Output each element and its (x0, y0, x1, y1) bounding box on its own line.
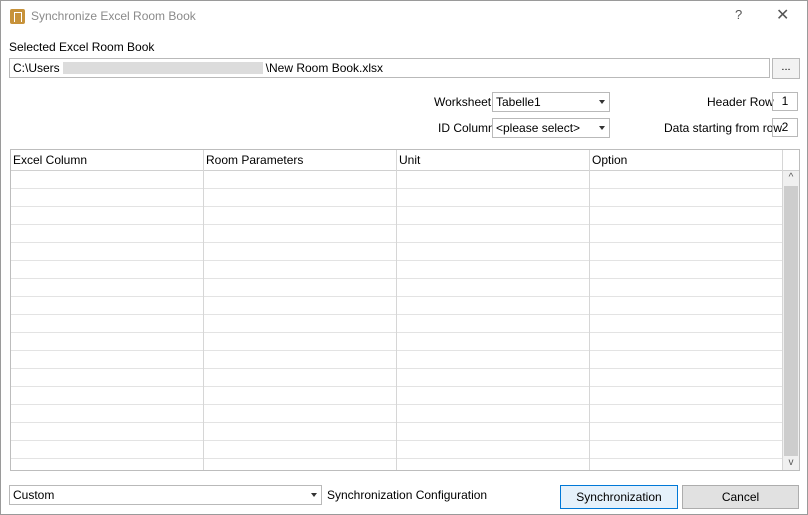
browse-button[interactable]: ... (772, 58, 800, 79)
id-column-select[interactable]: <please select> (492, 118, 610, 138)
column-divider (396, 150, 397, 470)
grid-corner (783, 150, 799, 171)
vertical-scrollbar[interactable]: ^ v (783, 171, 799, 470)
path-suffix: \New Room Book.xlsx (265, 61, 384, 75)
worksheet-value: Tabelle1 (496, 95, 541, 109)
cancel-button[interactable]: Cancel (682, 485, 799, 509)
file-path-field[interactable]: C:\Users \New Room Book.xlsx (9, 58, 770, 78)
dialog-window: Synchronize Excel Room Book ? ✕ Selected… (0, 0, 808, 515)
grid-rows[interactable] (11, 171, 783, 470)
chevron-down-icon (599, 100, 605, 104)
selected-room-book-label: Selected Excel Room Book (9, 40, 155, 54)
header-row-input[interactable]: 1 (772, 92, 798, 111)
scrollbar-thumb[interactable] (784, 186, 798, 456)
help-icon[interactable]: ? (735, 7, 742, 22)
worksheet-select[interactable]: Tabelle1 (492, 92, 610, 112)
column-header-room-parameters[interactable]: Room Parameters (204, 150, 397, 170)
column-divider (203, 150, 204, 470)
window-title: Synchronize Excel Room Book (31, 9, 196, 23)
sync-config-value: Custom (13, 488, 55, 502)
scroll-down-icon[interactable]: v (783, 456, 799, 470)
column-header-option[interactable]: Option (590, 150, 783, 170)
path-prefix: C:\Users (13, 61, 60, 75)
synchronization-button[interactable]: Synchronization (560, 485, 678, 509)
close-icon[interactable]: ✕ (776, 5, 789, 25)
app-icon (10, 9, 25, 24)
chevron-down-icon (311, 493, 317, 497)
chevron-down-icon (599, 126, 605, 130)
id-column-label: ID Column (438, 121, 495, 135)
sync-config-label: Synchronization Configuration (327, 488, 488, 502)
column-header-unit[interactable]: Unit (397, 150, 590, 170)
sync-config-select[interactable]: Custom (9, 485, 322, 505)
worksheet-label: Worksheet (434, 95, 492, 109)
data-start-input[interactable]: 2 (772, 118, 798, 137)
grid-header: Excel Column Room Parameters Unit Option (11, 150, 783, 171)
scroll-up-icon[interactable]: ^ (783, 171, 799, 185)
column-divider (589, 150, 590, 470)
redacted-path-segment (62, 62, 263, 74)
id-column-value: <please select> (496, 121, 581, 135)
title-bar: Synchronize Excel Room Book ? ✕ (1, 1, 807, 31)
header-row-label: Header Row (707, 95, 774, 109)
column-header-excel-column[interactable]: Excel Column (11, 150, 204, 170)
data-start-label: Data starting from row (664, 121, 783, 135)
mapping-grid[interactable]: Excel Column Room Parameters Unit Option… (10, 149, 800, 471)
